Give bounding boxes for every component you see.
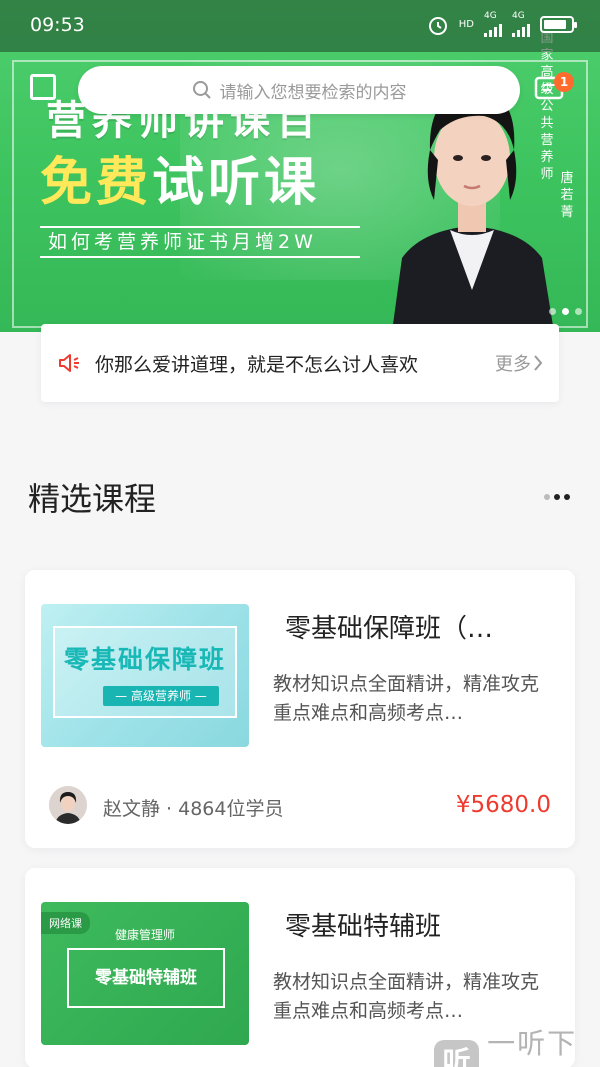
search-icon	[192, 81, 211, 99]
section-dot-active	[564, 494, 570, 500]
section-dot	[544, 494, 550, 500]
banner-subtitle: 如何考营养师证书月增2W	[40, 226, 360, 258]
teacher-info: 赵文静 · 4864位学员	[103, 798, 284, 820]
watermark-text: 一听下载	[487, 1027, 578, 1060]
hd-label: HD	[458, 19, 474, 30]
thumbnail-category: 健康管理师	[114, 928, 175, 942]
search-bar[interactable]: 请输入您想要检索的内容	[78, 66, 520, 114]
banner-free-yellow: 免费	[40, 153, 153, 213]
course-thumbnail[interactable]: 零基础保障班 — 高级营养师 —	[41, 604, 249, 747]
section-pagination	[544, 494, 570, 500]
notice-more-link[interactable]: 更多	[495, 350, 531, 376]
banner-dot-active[interactable]	[562, 308, 569, 315]
notice-text: 你那么爱讲道理，就是不怎么讨人喜欢	[95, 354, 419, 376]
message-badge: 1	[554, 72, 574, 92]
net-label-1: 4G	[484, 11, 497, 21]
course-description: 教材知识点全面精讲，精准攻克重点难点和高频考点…	[273, 673, 540, 724]
thumbnail-subtitle: — 高级营养师 —	[103, 686, 219, 706]
chevron-right-icon[interactable]	[533, 354, 543, 372]
status-icons: HD 4G 4G	[427, 11, 577, 37]
course-card[interactable]: 零基础保障班 — 高级营养师 — 零基础保障班（… 教材知识点全面精讲，精准攻克…	[25, 570, 575, 848]
banner-dot[interactable]	[549, 308, 556, 315]
signal-icon	[512, 21, 530, 37]
watermark: 听 一听下载	[434, 1022, 600, 1067]
course-title[interactable]: 零基础特辅班	[285, 906, 441, 943]
banner-free-title: 免费试听课	[40, 140, 320, 215]
status-bar: 09:53 HD 4G 4G	[0, 0, 600, 52]
course-description: 教材知识点全面精讲，精准攻克重点难点和高频考点…	[273, 971, 540, 1022]
course-price: ¥5680.0	[455, 792, 551, 818]
banner-dot[interactable]	[575, 308, 582, 315]
banner-free-white: 试听课	[152, 153, 321, 213]
banner-vertical-tag: 国家高级公共营养师	[540, 31, 554, 182]
alarm-icon	[428, 16, 447, 35]
thumbnail-title: 零基础保障班	[63, 645, 226, 674]
course-title[interactable]: 零基础保障班（…	[285, 608, 493, 645]
battery-icon	[540, 16, 577, 33]
status-time: 09:53	[30, 14, 85, 36]
avatar	[49, 786, 87, 824]
section-title: 精选课程	[28, 480, 157, 518]
banner-teacher-name: 唐若菁	[560, 171, 574, 220]
section-dot-active	[554, 494, 560, 500]
speaker-icon	[59, 354, 79, 372]
net-label-2: 4G	[512, 11, 525, 21]
search-placeholder[interactable]: 请输入您想要检索的内容	[220, 78, 407, 103]
thumbnail-title: 零基础特辅班	[67, 948, 225, 1008]
notice-bar[interactable]: 你那么爱讲道理，就是不怎么讨人喜欢 更多	[41, 324, 559, 402]
thumbnail-frame: 零基础保障班 — 高级营养师 —	[53, 626, 237, 718]
teacher-avatar-image	[49, 786, 87, 824]
signal-icon	[484, 21, 502, 37]
watermark-logo: 听	[434, 1040, 480, 1067]
course-thumbnail[interactable]: 网络课 健康管理师 零基础特辅班	[41, 902, 249, 1045]
banner-pagination[interactable]	[549, 308, 582, 315]
